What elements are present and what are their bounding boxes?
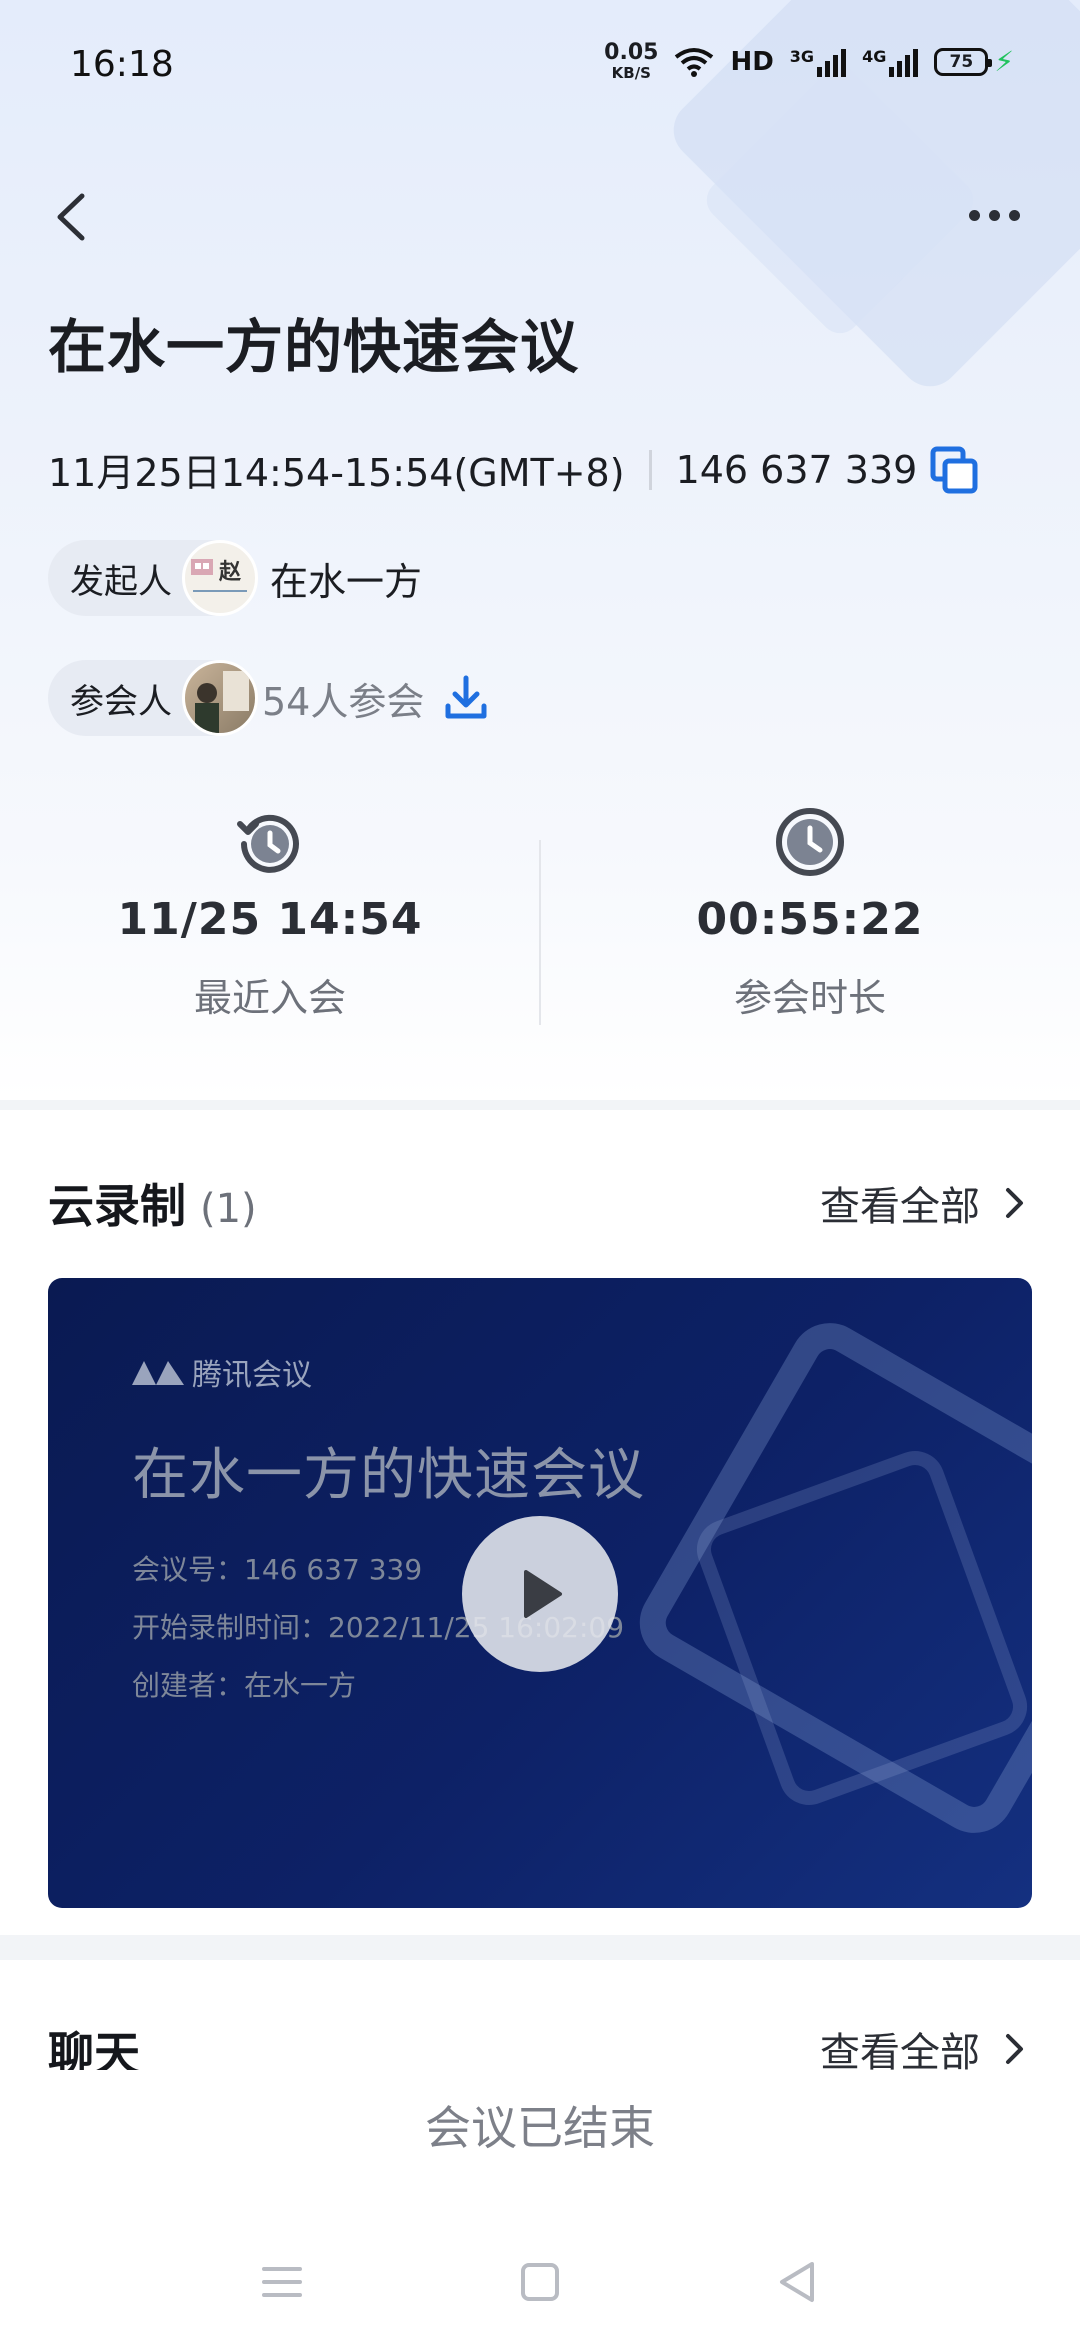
meeting-time-range: 11月25日14:54-15:54(GMT+8): [48, 451, 625, 495]
attendee-label: 参会人: [70, 681, 172, 722]
hd-label: HD: [730, 46, 774, 77]
menu-icon[interactable]: [252, 2252, 312, 2312]
last-join-label: 最近入会: [193, 976, 346, 1020]
play-button[interactable]: [462, 1516, 618, 1672]
chevron-left-icon: [57, 193, 85, 241]
meeting-ended-text: 会议已结束: [425, 2101, 655, 2155]
meeting-meta: 11月25日14:54-15:54(GMT+8) 146 637 339: [48, 442, 979, 497]
attendee-chip[interactable]: 参会人: [48, 660, 258, 736]
stat-duration: 00:55:22 参会时长: [540, 790, 1080, 1060]
copy-icon[interactable]: [929, 445, 979, 495]
system-navigation-bar: [0, 2220, 1080, 2340]
recording-video-thumbnail[interactable]: 腾讯会议 在水一方的快速会议 会议号：146 637 339 开始录制时间：20…: [48, 1278, 1032, 1908]
history-clock-icon: [237, 814, 299, 873]
attendee-count[interactable]: 54人参会: [262, 671, 424, 726]
battery-icon: 75: [934, 47, 993, 76]
recording-view-all-button[interactable]: 查看全部: [820, 1174, 1032, 1232]
attendee-avatar: [182, 660, 258, 736]
signal-icon: 3G: [790, 47, 847, 77]
network-speed: 0.05 KB/S: [604, 40, 659, 82]
video-creator: 创建者：在水一方: [132, 1669, 357, 1702]
play-icon: [524, 1570, 562, 1618]
meeting-id: 146 637 339: [675, 447, 918, 492]
stat-last-join: 11/25 14:54 最近入会: [0, 790, 540, 1060]
video-meeting-id: 会议号：146 637 339: [132, 1553, 423, 1586]
recording-count: (1): [200, 1186, 257, 1232]
video-title: 在水一方的快速会议: [132, 1443, 645, 1508]
signal-icon: 4G: [862, 47, 919, 77]
back-triangle-icon[interactable]: [768, 2252, 828, 2312]
host-avatar: 赵: [182, 540, 258, 616]
back-button[interactable]: [46, 182, 106, 252]
divider: [648, 449, 652, 490]
chevron-right-icon: [1006, 2034, 1023, 2064]
host-label: 发起人: [70, 561, 172, 602]
wifi-icon: [675, 47, 714, 77]
status-bar: 16:18 0.05 KB/S HD 3G 4G 75 ⚡: [0, 0, 1080, 130]
attendee-row: 参会人 54人参会: [48, 660, 490, 736]
meeting-title: 在水一方的快速会议: [48, 313, 580, 381]
charging-icon: ⚡: [994, 45, 1014, 78]
chevron-right-icon: [1006, 1188, 1023, 1218]
host-chip[interactable]: 发起人 赵: [48, 540, 258, 616]
duration-label: 参会时长: [733, 976, 886, 1020]
host-row: 发起人 赵 在水一方: [48, 540, 422, 616]
host-name: 在水一方: [270, 559, 423, 604]
more-button[interactable]: [954, 190, 1034, 240]
meeting-ended-bar: 会议已结束: [0, 2070, 1080, 2240]
meeting-stats: 11/25 14:54 最近入会 00:55:22 参会时长: [0, 790, 1080, 1060]
duration-value: 00:55:22: [696, 894, 924, 945]
status-icons: 0.05 KB/S HD 3G 4G 75 ⚡: [604, 42, 1014, 81]
last-join-value: 11/25 14:54: [117, 894, 423, 945]
tencent-meeting-logo: 腾讯会议: [130, 1350, 312, 1394]
recording-section-title: 云录制 (1): [48, 1170, 257, 1240]
home-icon[interactable]: [510, 2252, 570, 2312]
tencent-meeting-logo-icon: [132, 1361, 184, 1385]
download-icon[interactable]: [442, 674, 490, 722]
divider: [539, 840, 541, 1025]
ellipsis-icon: [968, 209, 980, 221]
status-time: 16:18: [70, 44, 174, 85]
clock-icon: [776, 808, 844, 876]
